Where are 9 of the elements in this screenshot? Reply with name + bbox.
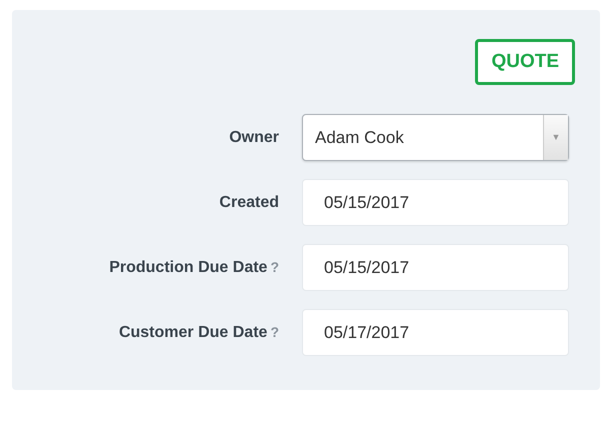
field-label: Owner bbox=[229, 128, 279, 146]
selected-value: Adam Cook bbox=[315, 126, 404, 149]
owner-select[interactable]: Adam Cook ▼ bbox=[302, 114, 569, 161]
date-field[interactable]: 05/17/2017 bbox=[302, 309, 569, 356]
field-label: Customer Due Date bbox=[118, 324, 268, 340]
field-label: Created bbox=[219, 194, 279, 210]
date-field[interactable]: 05/15/2017 bbox=[302, 244, 569, 291]
date-field[interactable]: 05/15/2017 bbox=[302, 179, 569, 226]
field-label: Production Due Date bbox=[109, 258, 268, 276]
